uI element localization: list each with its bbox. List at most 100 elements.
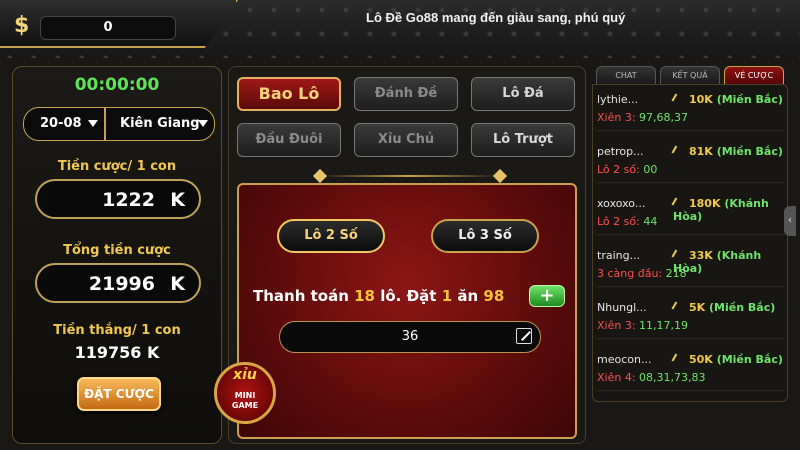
feed-region: (Miền Bắc) bbox=[716, 353, 783, 366]
place-bet-button[interactable]: ĐẶT CƯỢC bbox=[77, 377, 161, 411]
total-bet-label: Tổng tiền cược bbox=[63, 243, 171, 258]
feed-amount-value: 10K bbox=[689, 93, 713, 106]
pencil-icon bbox=[671, 301, 683, 313]
mode-tab-5[interactable]: Lô Trượt bbox=[471, 123, 575, 157]
win-per-value: 119756 K bbox=[74, 343, 160, 362]
numbers-input[interactable]: 36 bbox=[279, 321, 541, 353]
feed-amount-value: 180K bbox=[689, 197, 721, 210]
chevron-down-icon bbox=[198, 120, 208, 127]
bet-per-unit: K bbox=[170, 189, 185, 211]
divider-ornament bbox=[492, 168, 508, 184]
chevron-down-icon bbox=[88, 120, 98, 127]
sub-mode-lo-2-so[interactable]: Lô 2 Số bbox=[277, 219, 385, 253]
mode-tab-4[interactable]: Xỉu Chủ bbox=[354, 123, 458, 157]
numbers-value: 36 bbox=[401, 329, 419, 344]
list-item: traing... 33K (Khánh Hòa) 3 càng đầu: 218 bbox=[597, 247, 785, 287]
list-item: Nhungl... 5K (Miền Bắc) Xiên 3: 11,17,19 bbox=[597, 299, 785, 339]
feed-region: (Miền Bắc) bbox=[716, 145, 783, 158]
tab-tickets[interactable]: VÉ CƯỢC bbox=[724, 66, 784, 84]
activity-panel: CHAT KẾT QUẢ VÉ CƯỢC lythie... 10K (Miền … bbox=[592, 66, 796, 444]
feed-bet-type: 3 càng đầu: bbox=[597, 267, 663, 280]
feed-bet-type: Xiên 3: bbox=[597, 111, 636, 124]
slogan-text: Lô Đề Go88 mang đến giàu sang, phú quý bbox=[366, 10, 626, 25]
feed-amount: 10K (Miền Bắc) bbox=[671, 93, 783, 106]
feed-amount: 81K (Miền Bắc) bbox=[671, 145, 783, 158]
feed-bet-numbers: 11,17,19 bbox=[639, 319, 689, 332]
feed-amount-value: 33K bbox=[689, 249, 713, 262]
mini-game-line1: MINI bbox=[234, 391, 256, 400]
payout-bet: 1 bbox=[441, 287, 453, 305]
feed-user: petrop... bbox=[597, 145, 644, 158]
divider bbox=[319, 175, 499, 177]
add-number-button[interactable]: + bbox=[529, 285, 565, 307]
feed-bet-type: Lô 2 số: bbox=[597, 215, 640, 228]
pencil-icon bbox=[671, 145, 683, 157]
pencil-icon bbox=[671, 93, 683, 105]
payout-prefix: Thanh toán bbox=[253, 287, 349, 305]
province-value: Kiên Giang bbox=[120, 116, 200, 131]
divider-ornament bbox=[312, 168, 328, 184]
list-item: lythie... 10K (Miền Bắc) Xiên 3: 97,68,37 bbox=[597, 91, 785, 131]
list-item: petrop... 81K (Miền Bắc) Lô 2 số: 00 bbox=[597, 143, 785, 183]
feed-amount-value: 81K bbox=[689, 145, 713, 158]
payout-mid: lô. Đặt bbox=[380, 287, 437, 305]
mode-tab-1[interactable]: Đánh Đề bbox=[354, 77, 458, 111]
mini-game-xiu-text: xỉu bbox=[233, 367, 257, 383]
win-per-label: Tiền thắng/ 1 con bbox=[53, 323, 181, 338]
feed-region: (Khánh Hòa) bbox=[673, 197, 769, 223]
pencil-icon bbox=[671, 197, 683, 209]
feed-bet-numbers: 44 bbox=[643, 215, 658, 228]
payout-info: Thanh toán 18 lô. Đặt 1 ăn 98 bbox=[253, 287, 504, 305]
feed-amount: 50K (Miền Bắc) bbox=[671, 353, 783, 366]
payout-win: 98 bbox=[483, 287, 505, 305]
bet-board: Lô 2 Số Lô 3 Số Thanh toán 18 lô. Đặt 1 … bbox=[237, 183, 577, 439]
feed-region: (Miền Bắc) bbox=[709, 301, 776, 314]
feed-bet: Xiên 3: 11,17,19 bbox=[597, 319, 688, 332]
bet-per-label: Tiền cược/ 1 con bbox=[57, 159, 177, 174]
date-select[interactable]: 20-08 bbox=[23, 107, 105, 141]
tab-results[interactable]: KẾT QUẢ bbox=[660, 66, 720, 84]
feed-bet-numbers: 00 bbox=[643, 163, 658, 176]
total-bet-display: 21996 K bbox=[35, 263, 201, 303]
bet-per-input[interactable]: 1222 K bbox=[35, 179, 201, 219]
mode-tab-3[interactable]: Đầu Đuôi bbox=[237, 123, 341, 157]
total-bet-value: 21996 bbox=[88, 273, 155, 295]
feed-bet-numbers: 218 bbox=[665, 267, 687, 280]
balance-display: 0 bbox=[40, 16, 176, 40]
list-item: xoxoxo... 180K (Khánh Hòa) Lô 2 số: 44 bbox=[597, 195, 785, 235]
date-value: 20-08 bbox=[40, 116, 82, 131]
dollar-icon: $ bbox=[14, 13, 30, 38]
bet-per-value: 1222 bbox=[102, 189, 155, 211]
total-bet-unit: K bbox=[170, 273, 185, 295]
feed-bet-type: Xiên 4: bbox=[597, 371, 636, 384]
game-panel: Bao Lô Đánh Đề Lô Đá Đầu Đuôi Xỉu Chủ Lô Trượ… bbox=[228, 66, 586, 444]
sub-mode-lo-3-so[interactable]: Lô 3 Số bbox=[431, 219, 539, 253]
feed-amount-value: 50K bbox=[689, 353, 713, 366]
chevron-left-icon[interactable]: ‹ bbox=[784, 206, 796, 236]
feed-bet: Xiên 4: 08,31,73,83 bbox=[597, 371, 706, 384]
feed-amount-value: 5K bbox=[689, 301, 706, 314]
feed-user: traing... bbox=[597, 249, 641, 262]
tab-chat[interactable]: CHAT bbox=[596, 66, 656, 84]
feed-amount: 180K (Khánh Hòa) bbox=[671, 197, 785, 223]
edit-icon[interactable] bbox=[516, 328, 532, 344]
mini-game-button[interactable]: xỉu MINI GAME bbox=[214, 362, 276, 424]
payout-count: 18 bbox=[354, 287, 375, 305]
mode-tab-2[interactable]: Lô Đá bbox=[471, 77, 575, 111]
province-select[interactable]: Kiên Giang bbox=[105, 107, 215, 141]
feed-bet: Xiên 3: 97,68,37 bbox=[597, 111, 688, 124]
feed-user: lythie... bbox=[597, 93, 639, 106]
bet-summary-panel: 00:00:00 20-08 Kiên Giang Tiền cược/ 1 c… bbox=[12, 66, 222, 444]
feed-user: Nhungl... bbox=[597, 301, 647, 314]
countdown-timer: 00:00:00 bbox=[74, 75, 160, 95]
feed-user: meocon... bbox=[597, 353, 652, 366]
mini-game-label: MINI GAME bbox=[217, 391, 273, 411]
feed-user: xoxoxo... bbox=[597, 197, 646, 210]
feed-bet: Lô 2 số: 00 bbox=[597, 163, 657, 176]
feed-bet-type: Xiên 3: bbox=[597, 319, 636, 332]
pencil-icon bbox=[671, 353, 683, 365]
mini-game-line2: GAME bbox=[231, 401, 259, 410]
mode-tab-0[interactable]: Bao Lô bbox=[237, 77, 341, 111]
payout-eat: ăn bbox=[457, 287, 479, 305]
ticket-feed: lythie... 10K (Miền Bắc) Xiên 3: 97,68,37 p… bbox=[592, 84, 788, 402]
